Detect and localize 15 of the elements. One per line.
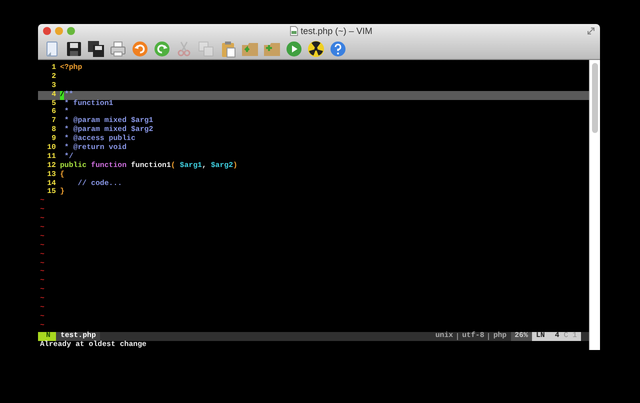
window-title: test.php (~) – VIM — [300, 26, 372, 36]
paste-tool-button[interactable] — [219, 40, 237, 58]
close-button[interactable] — [43, 27, 51, 35]
zoom-button[interactable] — [67, 27, 75, 35]
radiation-tool-button[interactable] — [307, 40, 325, 58]
saveall-tool-button[interactable] — [87, 40, 105, 58]
scroll-thumb[interactable] — [592, 63, 598, 133]
redo-tool-button[interactable] — [153, 40, 171, 58]
save-tool-button[interactable] — [65, 40, 83, 58]
undo-tool-button[interactable] — [131, 40, 149, 58]
help-tool-button[interactable] — [329, 40, 347, 58]
minimize-button[interactable] — [55, 27, 63, 35]
fullscreen-icon[interactable] — [587, 27, 595, 35]
scrollbar[interactable] — [589, 60, 600, 350]
document-icon — [290, 26, 298, 36]
